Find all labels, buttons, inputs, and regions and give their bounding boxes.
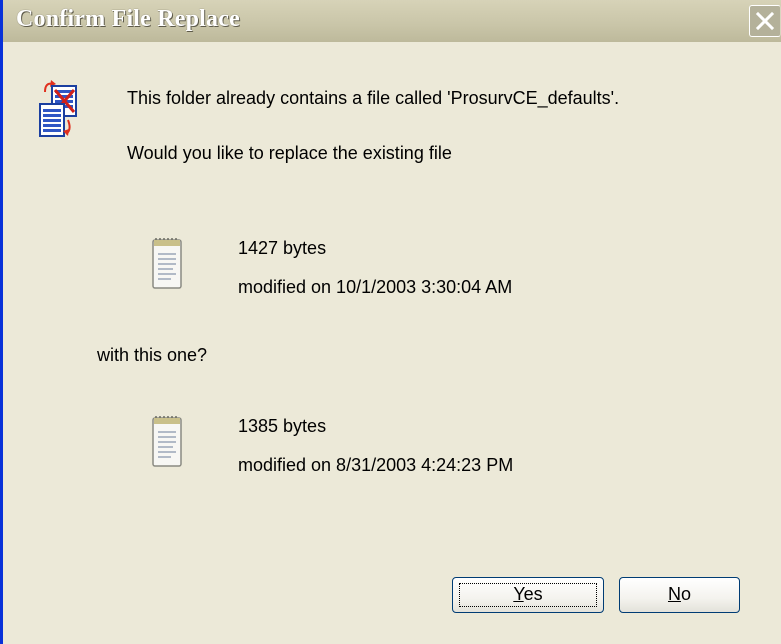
- file-replace-icon: [39, 80, 77, 137]
- close-icon: [755, 11, 775, 31]
- yes-button-label: Yes: [513, 584, 543, 604]
- existing-file-size: 1427 bytes: [238, 238, 327, 258]
- title-bar[interactable]: Confirm File Replace: [3, 0, 781, 42]
- yes-button[interactable]: Yes: [452, 577, 604, 613]
- confirm-file-replace-dialog: Confirm File Replace This folder already…: [0, 0, 781, 644]
- new-file-modified: modified on 8/31/2003 4:24:23 PM: [238, 455, 514, 475]
- existing-file-icon: [152, 238, 182, 289]
- with-this-one-label: with this one?: [97, 345, 208, 365]
- replace-message: This folder already contains a file call…: [127, 88, 620, 108]
- replace-question: Would you like to replace the existing f…: [127, 143, 452, 163]
- existing-file-modified: modified on 10/1/2003 3:30:04 AM: [238, 277, 513, 297]
- new-file-size: 1385 bytes: [238, 416, 327, 436]
- dialog-title: Confirm File Replace: [16, 6, 240, 32]
- no-button-label: No: [667, 584, 691, 604]
- no-button[interactable]: No: [619, 577, 740, 613]
- close-button[interactable]: [749, 5, 781, 37]
- new-file-icon: [152, 416, 182, 467]
